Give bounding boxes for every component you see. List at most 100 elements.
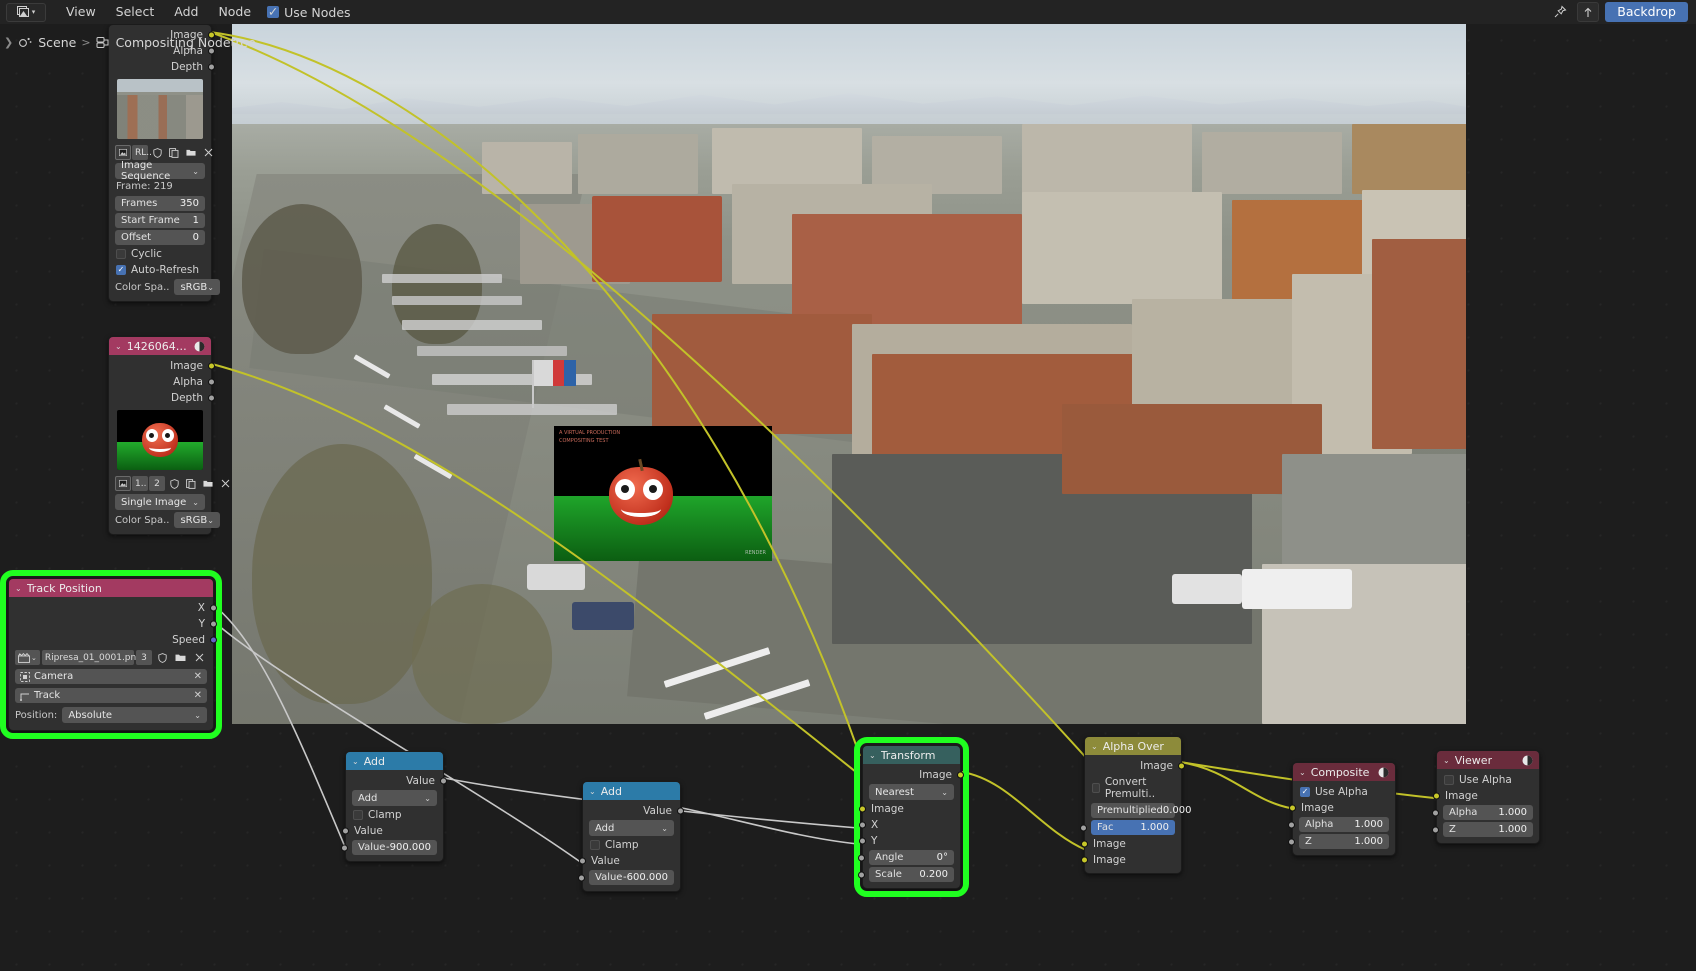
use-nodes-toggle[interactable]: ✓ Use Nodes	[267, 5, 350, 20]
node-composite[interactable]: ⌄ Composite ✓ Use Alpha Image Alpha 1.00…	[1292, 762, 1396, 856]
socket-dot-image-2[interactable]	[1081, 857, 1088, 864]
value-2-row[interactable]: Value -900.000	[346, 839, 443, 856]
open-folder-icon[interactable]	[183, 145, 199, 160]
unlink-x-icon[interactable]: ✕	[194, 690, 202, 701]
node-viewer[interactable]: ⌄ Viewer Use Alpha Image Alpha 1.000	[1436, 750, 1540, 844]
start-frame-field[interactable]: Start Frame 1	[115, 213, 205, 228]
alpha-row[interactable]: Alpha 1.000	[1437, 804, 1539, 821]
premultiplied-row[interactable]: Premultiplied 0.000	[1085, 802, 1181, 819]
tracking-object-field[interactable]: Camera ✕	[15, 669, 207, 684]
node-image-sequence[interactable]: Image Alpha Depth RL..	[108, 24, 212, 302]
use-alpha-row[interactable]: Use Alpha	[1437, 772, 1539, 788]
pin-icon[interactable]	[1549, 2, 1571, 22]
socket-dot-value[interactable]	[440, 778, 447, 785]
backdrop-button[interactable]: Backdrop	[1605, 2, 1688, 22]
value-2-row[interactable]: Value -600.000	[583, 869, 680, 886]
clip-datablock-bar[interactable]: ⌄ Ripresa_01_0001.png 3	[9, 648, 213, 667]
socket-out-image[interactable]: Image	[863, 767, 960, 783]
clamp-checkbox[interactable]	[353, 810, 363, 820]
image-name-field[interactable]: RL..	[132, 145, 148, 160]
node-header-add-2[interactable]: ⌄ Add	[583, 782, 680, 800]
alpha-field[interactable]: Alpha 1.000	[1299, 817, 1389, 832]
position-row[interactable]: Position: Absolute ⌄	[9, 705, 213, 725]
color-space-dropdown[interactable]: sRGB ⌄	[174, 512, 219, 528]
socket-dot-value-2[interactable]	[578, 874, 585, 881]
menu-add[interactable]: Add	[164, 0, 208, 24]
collapse-triangle-icon[interactable]: ⌄	[352, 757, 359, 766]
socket-dot-z[interactable]	[1288, 838, 1295, 845]
frames-row[interactable]: Frames 350	[109, 195, 211, 212]
convert-premultiply-row[interactable]: Convert Premulti..	[1085, 774, 1181, 802]
offset-field[interactable]: Offset 0	[115, 230, 205, 245]
collapse-triangle-icon[interactable]: ⌄	[115, 342, 122, 351]
go-to-parent-icon[interactable]	[1577, 2, 1599, 22]
z-row[interactable]: Z 1.000	[1437, 821, 1539, 838]
color-space-row[interactable]: Color Spa.. sRGB ⌄	[109, 511, 211, 529]
alpha-field[interactable]: Alpha 1.000	[1443, 805, 1533, 820]
socket-out-y[interactable]: Y	[9, 616, 213, 632]
socket-dot-scale[interactable]	[858, 871, 865, 878]
alpha-row[interactable]: Alpha 1.000	[1293, 816, 1395, 833]
breadcrumb-collapse-icon[interactable]: ❯	[4, 36, 13, 49]
socket-dot-image[interactable]	[1289, 805, 1296, 812]
clip-users-count[interactable]: 3	[136, 650, 152, 665]
movie-clip-icon[interactable]: ⌄	[15, 650, 40, 665]
node-track-position[interactable]: ⌄ Track Position X Y Speed	[8, 578, 214, 731]
menu-view[interactable]: View	[56, 0, 106, 24]
socket-dot-y[interactable]	[210, 621, 217, 628]
socket-dot-z[interactable]	[1432, 826, 1439, 833]
source-dropdown-row[interactable]: Single Image ⌄	[109, 493, 211, 511]
socket-dot-value-2[interactable]	[341, 844, 348, 851]
node-transform[interactable]: ⌄ Transform Image Nearest ⌄ Image X	[862, 745, 961, 889]
image-name-field[interactable]: 1..	[132, 476, 148, 491]
socket-dot-in-image[interactable]	[859, 806, 866, 813]
offset-row[interactable]: Offset 0	[109, 229, 211, 246]
operation-row[interactable]: Add ⌄	[583, 819, 680, 837]
color-space-row[interactable]: Color Spa.. sRGB ⌄	[109, 278, 211, 296]
socket-out-alpha[interactable]: Alpha	[109, 374, 211, 390]
socket-dot-image[interactable]	[1433, 793, 1440, 800]
use-alpha-checkbox[interactable]	[1444, 775, 1454, 785]
node-header-image-single[interactable]: ⌄ 142606493_1022..	[109, 337, 211, 355]
color-space-dropdown[interactable]: sRGB ⌄	[174, 279, 219, 295]
value-2-field[interactable]: Value -600.000	[589, 870, 674, 885]
socket-dot-angle[interactable]	[858, 854, 865, 861]
value-2-field[interactable]: Value -900.000	[352, 840, 437, 855]
image-users-count[interactable]: 2	[149, 476, 165, 491]
image-source-dropdown[interactable]: Image Sequence ⌄	[115, 163, 205, 179]
new-image-icon[interactable]	[166, 145, 182, 160]
operation-dropdown[interactable]: Add ⌄	[589, 820, 674, 836]
auto-refresh-checkbox[interactable]: ✓	[116, 265, 126, 275]
menu-select[interactable]: Select	[106, 0, 165, 24]
collapse-triangle-icon[interactable]: ⌄	[1091, 742, 1098, 751]
scale-field[interactable]: Scale 0.200	[869, 867, 954, 882]
z-row[interactable]: Z 1.000	[1293, 833, 1395, 850]
socket-dot-alpha[interactable]	[1288, 821, 1295, 828]
socket-dot-x[interactable]	[859, 822, 866, 829]
image-source-dropdown[interactable]: Single Image ⌄	[115, 494, 205, 510]
node-alpha-over[interactable]: ⌄ Alpha Over Image Convert Premulti.. Pr…	[1084, 736, 1182, 874]
socket-dot-alpha[interactable]	[208, 379, 215, 386]
fac-row[interactable]: Fac 1.000	[1085, 819, 1181, 836]
socket-dot-fac[interactable]	[1080, 824, 1087, 831]
socket-out-image[interactable]: Image	[109, 358, 211, 374]
node-header-transform[interactable]: ⌄ Transform	[863, 746, 960, 764]
socket-dot-alpha[interactable]	[1432, 809, 1439, 816]
socket-dot-value-1[interactable]	[579, 858, 586, 865]
socket-out-image[interactable]: Image	[1085, 758, 1181, 774]
node-image-single[interactable]: ⌄ 142606493_1022.. Image Alpha Depth	[108, 336, 212, 535]
socket-in-y[interactable]: Y	[863, 833, 960, 849]
open-folder-icon[interactable]	[172, 650, 189, 665]
socket-in-image[interactable]: Image	[863, 801, 960, 817]
socket-out-value[interactable]: Value	[346, 773, 443, 789]
unlink-x-icon[interactable]	[200, 145, 216, 160]
use-nodes-checkbox[interactable]: ✓	[267, 6, 279, 18]
open-folder-icon[interactable]	[200, 476, 216, 491]
angle-row[interactable]: Angle 0°	[863, 849, 960, 866]
node-header-composite[interactable]: ⌄ Composite	[1293, 763, 1395, 781]
collapse-triangle-icon[interactable]: ⌄	[589, 787, 596, 796]
socket-out-depth[interactable]: Depth	[109, 59, 211, 75]
socket-dot-depth[interactable]	[208, 395, 215, 402]
cyclic-checkbox[interactable]	[116, 249, 126, 259]
unlink-x-icon[interactable]: ✕	[194, 671, 202, 682]
